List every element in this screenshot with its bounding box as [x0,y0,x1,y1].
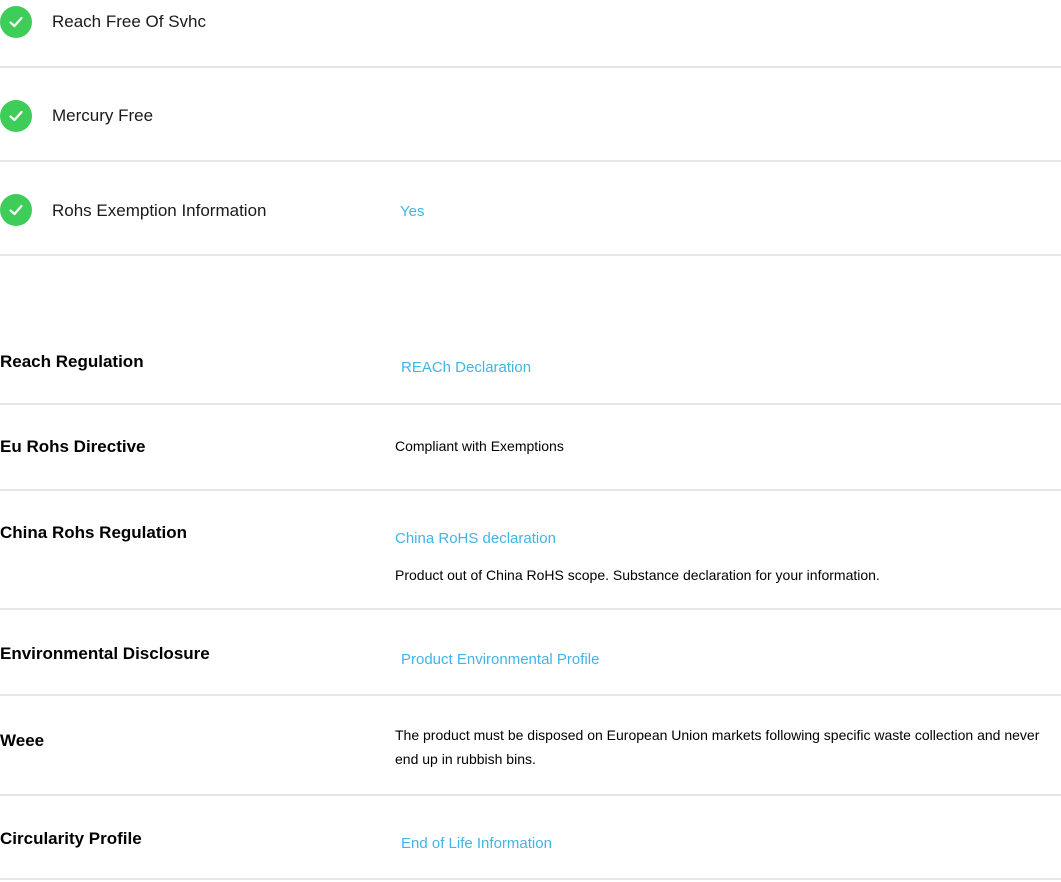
divider [0,254,1061,256]
regulation-text: The product must be disposed on European… [395,727,1040,767]
regulation-label: Reach Regulation [0,352,144,371]
regulation-text: Product out of China RoHS scope. Substan… [395,567,880,583]
divider [0,66,1061,68]
feature-label: Rohs Exemption Information [52,201,267,220]
divider [0,794,1061,796]
divider [0,403,1061,405]
divider [0,608,1061,610]
regulation-label: Circularity Profile [0,829,142,848]
reach-declaration-link[interactable]: REACh Declaration [401,359,531,377]
feature-label: Mercury Free [52,106,154,125]
divider [0,160,1061,162]
regulation-label: Environmental Disclosure [0,644,210,663]
divider [0,694,1061,696]
divider [0,489,1061,491]
feature-label: Reach Free Of Svhc [52,12,207,31]
divider [0,878,1061,880]
end-of-life-information-link[interactable]: End of Life Information [401,835,552,853]
feature-value: Yes [400,203,425,220]
china-rohs-declaration-link[interactable]: China RoHS declaration [395,530,556,548]
check-circle-icon [0,100,32,132]
check-circle-icon [0,6,32,38]
regulation-label: Eu Rohs Directive [0,437,146,456]
check-circle-icon [0,194,32,226]
product-environmental-profile-link[interactable]: Product Environmental Profile [401,651,599,669]
regulation-label: China Rohs Regulation [0,523,187,542]
regulation-label: Weee [0,731,45,750]
regulation-text: Compliant with Exemptions [395,438,564,454]
